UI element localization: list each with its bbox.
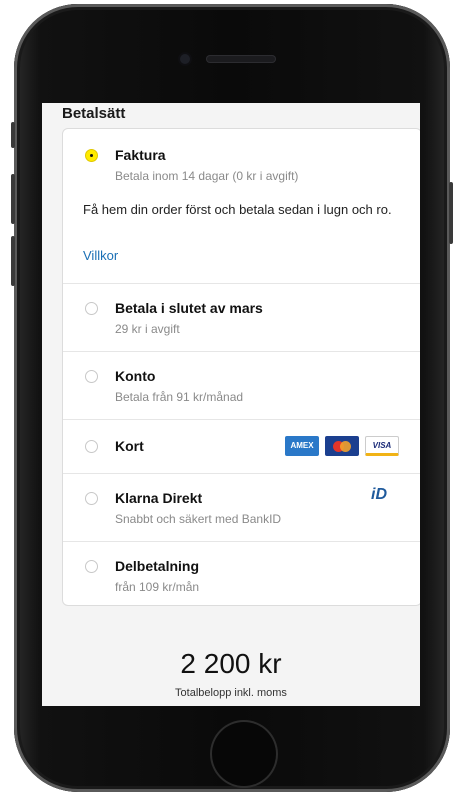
visa-icon: VISA xyxy=(365,436,399,456)
option-title: Kort xyxy=(115,438,144,454)
option-subtitle: från 109 kr/mån xyxy=(115,580,200,594)
payment-options-card: Faktura Betala inom 14 dagar (0 kr i avg… xyxy=(62,128,420,606)
payment-option-konto[interactable]: Konto Betala från 91 kr/månad xyxy=(63,351,420,420)
option-description: Få hem din order först och betala sedan … xyxy=(83,202,392,217)
option-title: Faktura xyxy=(115,147,166,163)
option-subtitle: Betala från 91 kr/månad xyxy=(115,390,244,404)
mastercard-icon xyxy=(325,436,359,456)
home-button[interactable] xyxy=(212,722,276,786)
option-subtitle: Betala inom 14 dagar (0 kr i avgift) xyxy=(115,169,299,183)
option-title: Delbetalning xyxy=(115,558,200,574)
option-title: Klarna Direkt xyxy=(115,490,203,506)
speaker-grille xyxy=(206,55,276,63)
payment-option-faktura[interactable]: Faktura Betala inom 14 dagar (0 kr i avg… xyxy=(63,129,420,283)
option-title: Konto xyxy=(115,368,156,384)
total-label: Totalbelopp inkl. moms xyxy=(175,687,287,699)
bankid-icon: iD xyxy=(371,486,387,503)
radio-icon[interactable] xyxy=(85,370,98,383)
camera-icon xyxy=(180,54,190,64)
radio-icon[interactable] xyxy=(85,440,98,453)
section-title: Betalsätt xyxy=(62,105,126,122)
checkout-screen: Betalsätt Faktura Betala inom 14 dagar (… xyxy=(42,103,420,706)
payment-option-klarna-direkt[interactable]: Klarna Direkt Snabbt och säkert med Bank… xyxy=(63,473,420,542)
total-amount: 2 200 kr xyxy=(180,648,282,679)
payment-option-kort[interactable]: Kort AMEX VISA xyxy=(63,419,420,474)
power-button xyxy=(449,182,453,244)
volume-down-button xyxy=(11,236,15,286)
radio-selected-icon[interactable] xyxy=(85,149,98,162)
mute-switch xyxy=(11,122,15,148)
volume-up-button xyxy=(11,174,15,224)
option-title: Betala i slutet av mars xyxy=(115,300,263,316)
terms-link[interactable]: Villkor xyxy=(83,248,118,263)
payment-option-delbetalning[interactable]: Delbetalning från 109 kr/mån xyxy=(63,541,420,608)
amex-icon: AMEX xyxy=(285,436,319,456)
radio-icon[interactable] xyxy=(85,302,98,315)
radio-icon[interactable] xyxy=(85,492,98,505)
option-subtitle: Snabbt och säkert med BankID xyxy=(115,512,282,526)
payment-option-pay-later[interactable]: Betala i slutet av mars 29 kr i avgift xyxy=(63,283,420,352)
radio-icon[interactable] xyxy=(85,560,98,573)
option-subtitle: 29 kr i avgift xyxy=(115,322,180,336)
